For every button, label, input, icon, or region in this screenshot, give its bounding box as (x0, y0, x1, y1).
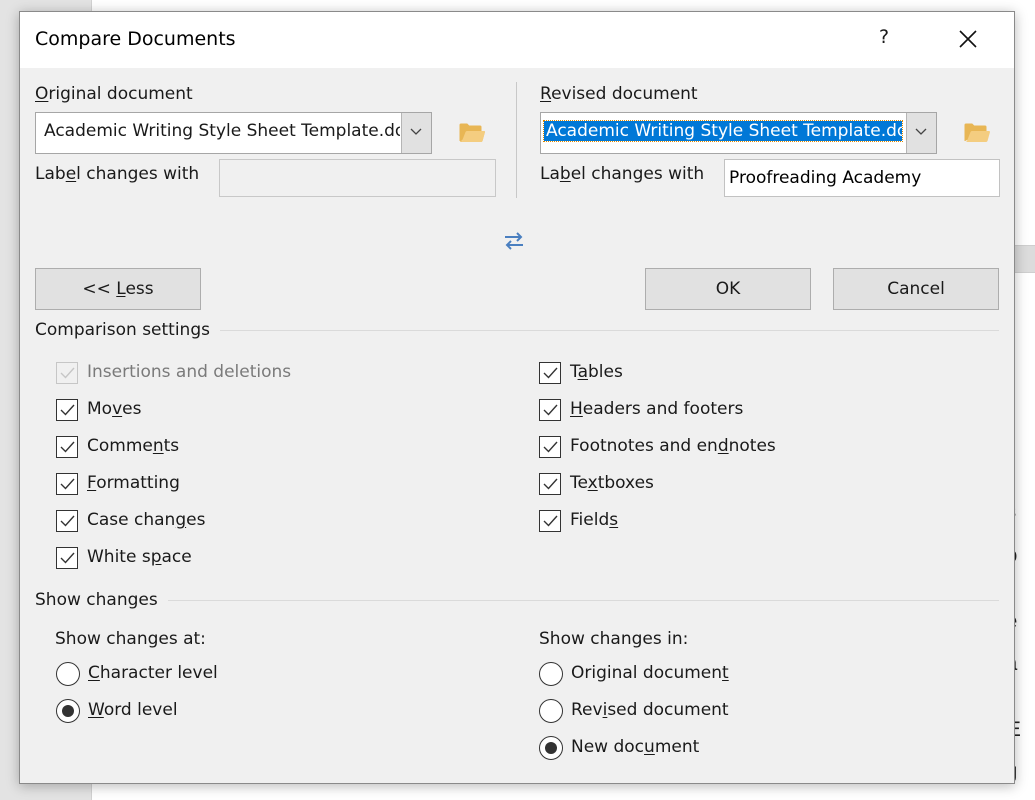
checkbox-box[interactable] (539, 473, 561, 495)
cancel-button[interactable]: Cancel (833, 268, 999, 310)
radio-label: Word level (88, 700, 178, 720)
show-changes-divider (35, 600, 999, 601)
original-document-value[interactable]: Academic Writing Style Sheet Template.do… (42, 121, 400, 141)
help-button[interactable]: ? (872, 26, 896, 54)
radio-button[interactable] (539, 699, 563, 723)
radio-label: Character level (88, 663, 218, 683)
checkmark-icon (60, 478, 75, 490)
original-label-changes-input[interactable] (219, 159, 496, 197)
checkmark-icon (543, 404, 558, 416)
checkbox-box[interactable] (56, 436, 78, 458)
dialog-titlebar: Compare Documents ? (20, 12, 1014, 68)
swap-arrows-icon (505, 232, 523, 250)
original-document-label: Original document (35, 84, 193, 104)
checkmark-icon (60, 367, 75, 379)
close-icon (959, 30, 977, 48)
checkmark-icon (543, 441, 558, 453)
revised-document-label: Revised document (540, 84, 698, 104)
checkbox-label: Tables (570, 362, 623, 382)
radio-selected-dot (62, 705, 74, 717)
revised-label-changes-input[interactable] (724, 159, 1000, 197)
checkbox-box[interactable] (56, 510, 78, 532)
radio-button[interactable] (539, 662, 563, 686)
less-button[interactable]: << Less (35, 268, 201, 310)
original-label-changes-label: Label changes with (35, 164, 200, 184)
revised-document-dropdown-button[interactable] (906, 113, 936, 153)
original-document-combo[interactable]: Academic Writing Style Sheet Template.do… (35, 112, 432, 154)
ok-button[interactable]: OK (645, 268, 811, 310)
checkmark-icon (60, 441, 75, 453)
radio-label: New document (571, 737, 700, 757)
show-changes-heading: Show changes (35, 590, 168, 610)
revised-document-combo[interactable]: Academic Writing Style Sheet Template.do… (540, 112, 937, 154)
checkbox-label: Comments (87, 436, 180, 456)
checkbox-label: Fields (570, 510, 619, 530)
browse-original-button[interactable] (458, 121, 486, 145)
vertical-divider (516, 82, 517, 198)
browse-revised-button[interactable] (963, 121, 991, 145)
checkbox-label: Footnotes and endnotes (570, 436, 776, 456)
folder-icon (459, 123, 485, 142)
checkbox-box[interactable] (539, 510, 561, 532)
radio-selected-dot (545, 742, 557, 754)
checkmark-icon (543, 367, 558, 379)
chevron-down-icon (410, 128, 422, 135)
radio-button[interactable] (56, 662, 80, 686)
checkbox-box[interactable] (539, 436, 561, 458)
checkbox-box[interactable] (539, 399, 561, 421)
radio-button[interactable] (539, 736, 563, 760)
show-changes-at-label: Show changes at: (55, 629, 206, 649)
dialog-title: Compare Documents (35, 28, 236, 50)
close-button[interactable] (948, 22, 988, 58)
revised-label-changes-label: Label changes with (540, 164, 705, 184)
checkbox-label: Textboxes (570, 473, 654, 493)
checkbox-box[interactable] (56, 399, 78, 421)
radio-label: Original document (571, 663, 729, 683)
checkbox-label: Moves (87, 399, 142, 419)
original-label-changes-field[interactable] (220, 160, 495, 196)
checkbox-label: White space (87, 547, 192, 567)
comparison-settings-heading: Comparison settings (35, 320, 220, 340)
original-document-dropdown-button[interactable] (401, 113, 431, 153)
revised-document-value[interactable]: Academic Writing Style Sheet Template.do… (543, 120, 903, 142)
checkmark-icon (60, 404, 75, 416)
checkmark-icon (60, 552, 75, 564)
radio-button[interactable] (56, 699, 80, 723)
checkmark-icon (543, 478, 558, 490)
checkmark-icon (60, 515, 75, 527)
chevron-down-icon (915, 128, 927, 135)
revised-label-changes-field[interactable] (725, 160, 999, 196)
radio-label: Revised document (571, 700, 729, 720)
checkbox-box[interactable] (56, 473, 78, 495)
checkbox-label: Case changes (87, 510, 206, 530)
checkbox-box[interactable] (539, 362, 561, 384)
compare-documents-dialog: Compare Documents ? Original document Ac… (19, 11, 1015, 784)
checkmark-icon (543, 515, 558, 527)
checkbox-label: Headers and footers (570, 399, 744, 419)
swap-documents-button[interactable] (502, 230, 526, 252)
show-changes-in-label: Show changes in: (539, 629, 689, 649)
checkbox-label: Formatting (87, 473, 180, 493)
checkbox-box[interactable] (56, 362, 78, 384)
checkbox-box[interactable] (56, 547, 78, 569)
checkbox-label: Insertions and deletions (87, 362, 292, 382)
folder-icon (964, 123, 990, 142)
